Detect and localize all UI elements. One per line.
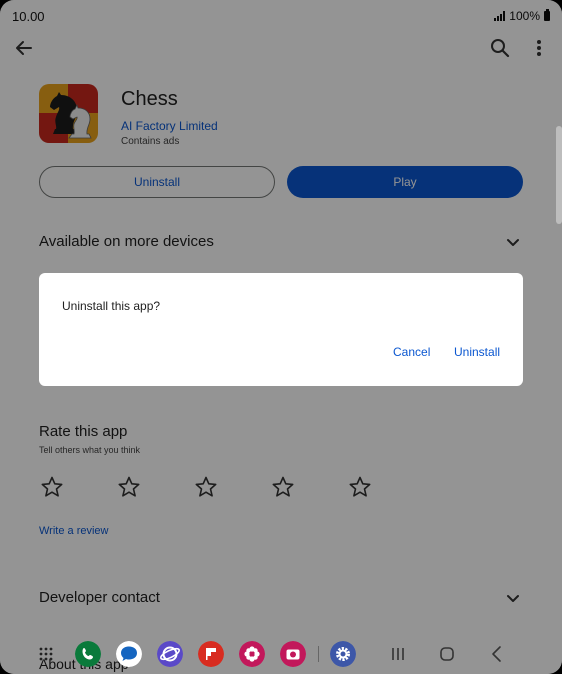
- home-icon[interactable]: [437, 644, 457, 664]
- scrollbar[interactable]: [556, 126, 562, 224]
- taskbar: [0, 634, 562, 674]
- flipboard-icon[interactable]: [198, 641, 224, 667]
- cancel-button[interactable]: Cancel: [393, 345, 430, 359]
- gallery-icon[interactable]: [239, 641, 265, 667]
- back-icon[interactable]: [487, 644, 507, 664]
- phone-icon[interactable]: [75, 641, 101, 667]
- phone-screen: 10.00 100% Chess AI Factory Limited Cont…: [0, 0, 562, 674]
- taskbar-divider: [318, 646, 319, 662]
- apps-grid-icon[interactable]: [39, 647, 53, 661]
- dialog-message: Uninstall this app?: [62, 299, 161, 313]
- settings-icon[interactable]: [330, 641, 356, 667]
- recents-icon[interactable]: [388, 644, 408, 664]
- confirm-uninstall-button[interactable]: Uninstall: [454, 345, 500, 359]
- uninstall-dialog: Uninstall this app? Cancel Uninstall: [39, 273, 523, 386]
- camera-icon[interactable]: [280, 641, 306, 667]
- internet-icon[interactable]: [157, 641, 183, 667]
- messages-icon[interactable]: [116, 641, 142, 667]
